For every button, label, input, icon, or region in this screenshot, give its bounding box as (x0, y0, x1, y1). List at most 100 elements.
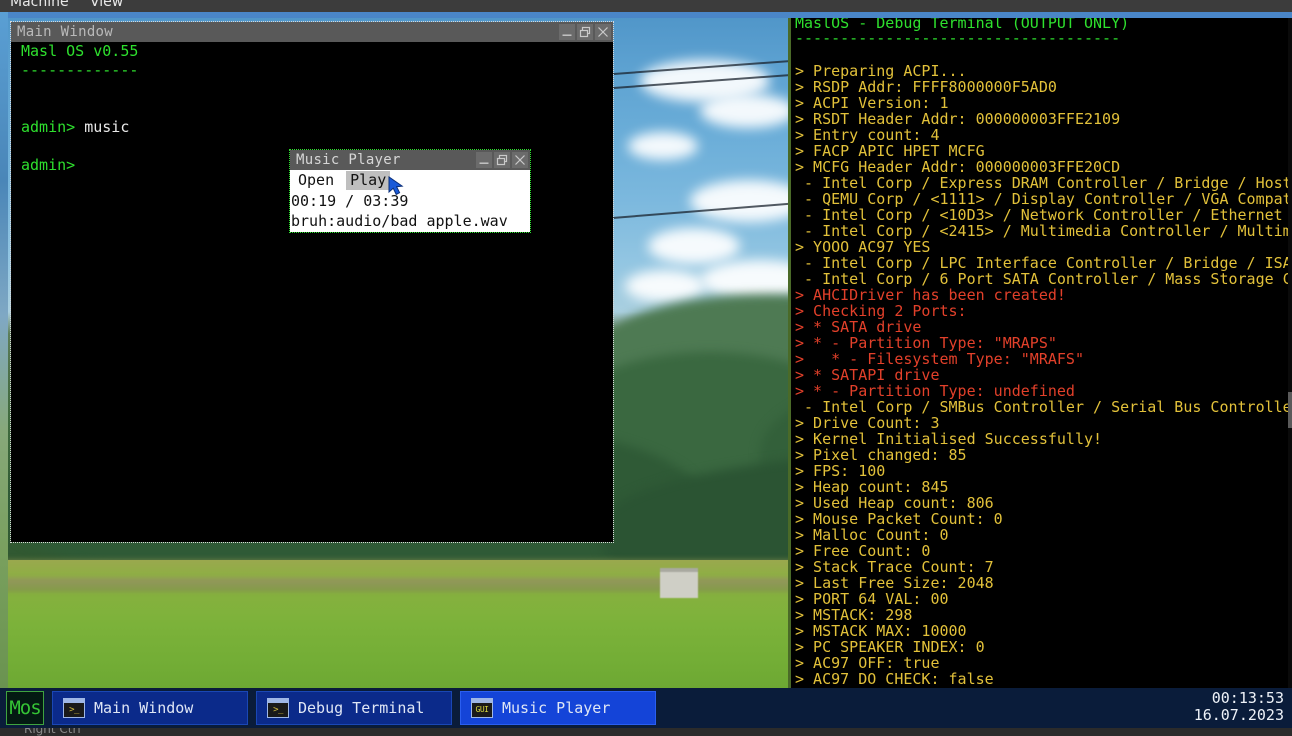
debug-terminal-line: > Last Free Size: 2048 (795, 575, 1288, 591)
taskbar-item-music-player[interactable]: GUI Music Player (460, 691, 656, 725)
terminal-line: ------------- (11, 61, 613, 80)
debug-terminal-line: > Checking 2 Ports: (795, 303, 1288, 319)
music-player-body: Open Play 00:19 / 03:39 bruh:audio/bad a… (290, 170, 530, 232)
main-window-title: Main Window (17, 22, 113, 42)
vm-viewport-left-edge (0, 12, 8, 688)
debug-terminal-line: > * - Partition Type: "MRAPS" (795, 335, 1288, 351)
window-debug-terminal[interactable]: MaslOS - Debug Terminal (OUTPUT ONLY) --… (788, 12, 1288, 688)
menu-item-machine[interactable]: Machine (10, 0, 69, 10)
mos-logo-text: Mos (9, 699, 40, 718)
terminal-line (11, 99, 613, 118)
debug-terminal-line: > Drive Count: 3 (795, 415, 1288, 431)
restore-icon[interactable] (494, 152, 510, 168)
debug-terminal-line: - Intel Corp / Express DRAM Controller /… (795, 175, 1288, 191)
minimize-icon[interactable] (476, 152, 492, 168)
taskbar-item-label: Debug Terminal (298, 699, 424, 717)
debug-terminal-line: > PC SPEAKER INDEX: 0 (795, 639, 1288, 655)
taskbar-item-debug-terminal[interactable]: >_ Debug Terminal (256, 691, 452, 725)
debug-terminal-line: > Heap count: 845 (795, 479, 1288, 495)
debug-terminal-line: > * - Partition Type: undefined (795, 383, 1288, 399)
debug-terminal-line: > * SATAPI drive (795, 367, 1288, 383)
debug-terminal-line: > RSDT Header Addr: 000000003FFE2109 (795, 111, 1288, 127)
debug-terminal-line: > MSTACK MAX: 10000 (795, 623, 1288, 639)
terminal-line (11, 80, 613, 99)
debug-terminal-line: > Mouse Packet Count: 0 (795, 511, 1288, 527)
debug-terminal-line: > * SATA drive (795, 319, 1288, 335)
taskbar-item-label: Music Player (502, 699, 610, 717)
minimize-icon[interactable] (559, 24, 575, 40)
main-window-titlebar[interactable]: Main Window (11, 22, 613, 42)
playback-time: 00:19 / 03:39 (290, 191, 530, 211)
close-icon[interactable] (512, 152, 528, 168)
field-shed (660, 568, 698, 598)
terminal-line: Masl OS v0.55 (11, 42, 613, 61)
close-icon[interactable] (595, 24, 611, 40)
debug-terminal-line: > Preparing ACPI... (795, 63, 1288, 79)
play-button[interactable]: Play (346, 171, 390, 190)
debug-terminal-line: > Malloc Count: 0 (795, 527, 1288, 543)
screen-root: Machine View Main Window (0, 0, 1292, 736)
debug-terminal-line: > YOOO AC97 YES (795, 239, 1288, 255)
terminal-icon: >_ (267, 698, 289, 718)
debug-terminal-line: > PORT 64 VAL: 00 (795, 591, 1288, 607)
debug-terminal-line: > Used Heap count: 806 (795, 495, 1288, 511)
debug-terminal-line: > MCFG Header Addr: 000000003FFE20CD (795, 159, 1288, 175)
terminal-icon: >_ (63, 698, 85, 718)
window-music-player[interactable]: Music Player (289, 149, 531, 233)
debug-terminal-line: > FPS: 100 (795, 463, 1288, 479)
cloud (625, 270, 705, 302)
restore-icon[interactable] (577, 24, 593, 40)
cloud (628, 132, 698, 160)
window-main[interactable]: Main Window (10, 21, 614, 543)
terminal-prompt: admin> (21, 118, 75, 136)
host-statusbar-text: Right Ctrl (24, 728, 81, 736)
track-filename: bruh:audio/bad apple.wav (290, 211, 530, 231)
debug-terminal-line: > Entry count: 4 (795, 127, 1288, 143)
debug-terminal-line: - QEMU Corp / <1111> / Display Controlle… (795, 191, 1288, 207)
clock-date: 16.07.2023 (1194, 707, 1284, 724)
debug-terminal-line: > AHCIDriver has been created! (795, 287, 1288, 303)
terminal-prompt: admin> (21, 156, 75, 174)
debug-terminal-line: > RSDP Addr: FFFF8000000F5AD0 (795, 79, 1288, 95)
host-statusbar: Right Ctrl (0, 728, 1292, 736)
debug-terminal-line: > ACPI Version: 1 (795, 95, 1288, 111)
debug-terminal-line: > Pixel changed: 85 (795, 447, 1288, 463)
music-player-title: Music Player (296, 150, 401, 170)
start-button-mos[interactable]: Mos (6, 691, 44, 725)
debug-terminal-line: > AC97 OFF: true (795, 655, 1288, 671)
debug-terminal-line: - Intel Corp / SMBus Controller / Serial… (795, 399, 1288, 415)
vm-viewport-top-edge (0, 12, 1292, 18)
clock-time: 00:13:53 (1194, 690, 1284, 707)
gui-icon: GUI (471, 698, 493, 718)
debug-terminal-line: - Intel Corp / <10D3> / Network Controll… (795, 207, 1288, 223)
debug-terminal-line: > Stack Trace Count: 7 (795, 559, 1288, 575)
debug-terminal-left-edge (788, 12, 791, 688)
cloud (648, 228, 740, 264)
debug-terminal-line: > * - Filesystem Type: "MRAFS" (795, 351, 1288, 367)
terminal-line-command: admin> music (11, 118, 613, 137)
menu-item-view[interactable]: View (90, 0, 123, 10)
debug-terminal-line: > Free Count: 0 (795, 543, 1288, 559)
scrollbar-thumb[interactable] (1288, 392, 1292, 428)
debug-terminal-line: > MSTACK: 298 (795, 607, 1288, 623)
music-player-controls (476, 152, 528, 168)
debug-terminal-output: > Preparing ACPI...> RSDP Addr: FFFF8000… (789, 63, 1288, 688)
virtualbox-menubar: Machine View (0, 0, 1292, 12)
main-window-terminal[interactable]: Masl OS v0.55 ------------- admin> music… (11, 42, 613, 542)
debug-terminal-line: > FACP APIC HPET MCFG (795, 143, 1288, 159)
taskbar-item-label: Main Window (94, 699, 193, 717)
taskbar-items: Mos >_ Main Window >_ Debug Terminal GUI… (0, 688, 1292, 728)
debug-terminal-rule: ------------------------------------ (789, 31, 1288, 45)
debug-terminal-line: > AC97 DO CHECK: false (795, 671, 1288, 687)
debug-terminal-line: - Intel Corp / 6 Port SATA Controller / … (795, 271, 1288, 287)
cloud (700, 94, 796, 128)
debug-terminal-line: > Kernel Initialised Successfully! (795, 431, 1288, 447)
taskbar-clock: 00:13:53 16.07.2023 (1194, 690, 1284, 724)
taskbar-item-main-window[interactable]: >_ Main Window (52, 691, 248, 725)
debug-terminal-line: - Intel Corp / <2415> / Multimedia Contr… (795, 223, 1288, 239)
open-button[interactable]: Open (294, 171, 338, 190)
debug-terminal-scrollbar[interactable] (1288, 12, 1292, 688)
music-player-toolbar: Open Play (290, 170, 530, 191)
music-player-titlebar[interactable]: Music Player (290, 150, 530, 170)
terminal-command-text: music (75, 118, 129, 136)
